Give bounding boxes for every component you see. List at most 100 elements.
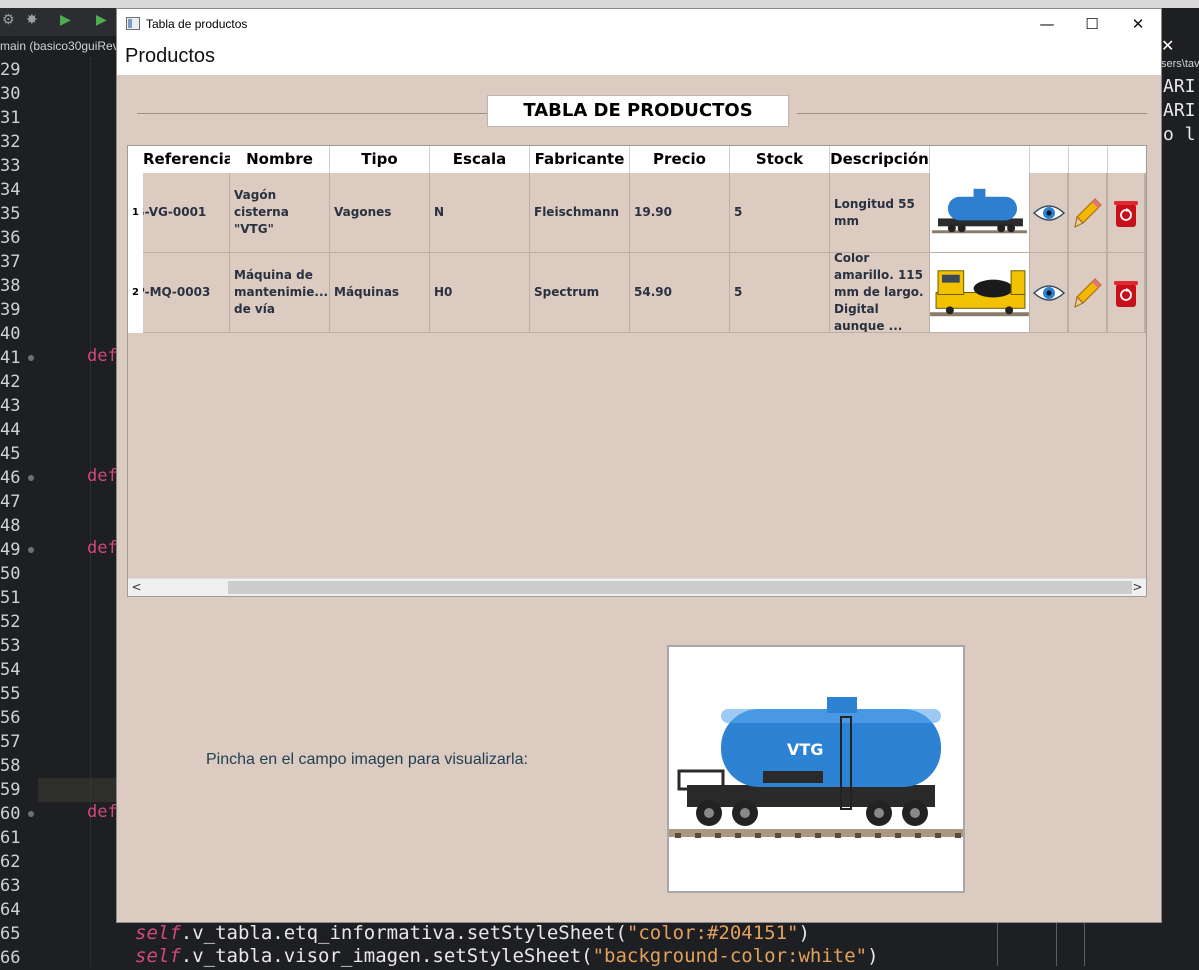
menu-bar: Productos [117, 39, 1161, 75]
ide-def-keyword: def [87, 802, 118, 822]
cell-precio[interactable]: 19.90 [630, 173, 730, 253]
cell-nombre[interactable]: Máquina de mantenimie... de vía [230, 253, 330, 333]
scroll-right-arrow[interactable]: > [1129, 579, 1146, 596]
ide-editor-tab[interactable]: main (basico30guiRev [0, 36, 117, 56]
ide-run-config-icon[interactable]: ⚙ [2, 12, 18, 28]
cell-referencia[interactable]: P-MQ-0003 [143, 253, 230, 333]
line-number: 64 [0, 900, 21, 920]
fold-marker-icon[interactable] [28, 547, 34, 553]
line-number: 66 [0, 948, 21, 968]
line-number: 32 [0, 132, 21, 152]
line-number: 49 [0, 538, 38, 562]
header-precio[interactable]: Precio [630, 146, 730, 173]
maximize-button[interactable]: ☐ [1069, 9, 1115, 39]
edit-button[interactable] [1069, 173, 1108, 253]
line-number: 38 [0, 276, 21, 296]
line-number: 40 [0, 324, 21, 344]
cell-fabricante[interactable]: Spectrum [530, 253, 630, 333]
cell-descripcion[interactable]: Color amarillo. 115 mm de largo. Digital… [830, 253, 930, 333]
ide-self-token: self [135, 922, 181, 944]
view-button[interactable] [1030, 173, 1069, 253]
fold-marker-icon[interactable] [28, 355, 34, 361]
cell-nombre[interactable]: Vagón cisterna "VTG" [230, 173, 330, 253]
products-table[interactable]: Referencia Nombre Tipo Escala Fabricante… [127, 145, 1147, 597]
line-number: 29 [0, 60, 21, 80]
row-header-1[interactable]: 1 [128, 173, 143, 253]
header-tipo[interactable]: Tipo [330, 146, 430, 173]
terminal-close-icon[interactable]: ✕ [1161, 36, 1199, 56]
fold-marker-icon[interactable] [28, 475, 34, 481]
header-ver[interactable] [1030, 146, 1069, 173]
line-number: 44 [0, 420, 21, 440]
cell-referencia[interactable]: S-VG-0001 [143, 173, 230, 253]
ide-debug-icon[interactable]: ✸ [26, 12, 42, 28]
line-number: 63 [0, 876, 21, 896]
header-escala[interactable]: Escala [430, 146, 530, 173]
svg-text:VTG: VTG [787, 740, 823, 759]
header-nombre[interactable]: Nombre [230, 146, 330, 173]
cell-imagen-tank-wagon[interactable] [930, 173, 1030, 253]
cell-tipo[interactable]: Vagones [330, 173, 430, 253]
line-number: 50 [0, 564, 21, 584]
terminal-path: sers\tav [1161, 58, 1199, 70]
delete-trash-icon [1114, 280, 1138, 307]
row-header-2[interactable]: 2 [128, 253, 143, 333]
line-number: 58 [0, 756, 21, 776]
edit-button[interactable] [1069, 253, 1108, 333]
ide-indent-guide [90, 58, 91, 966]
delete-button[interactable] [1108, 253, 1146, 333]
header-stock[interactable]: Stock [730, 146, 830, 173]
line-number: 60 [0, 802, 38, 826]
scrollbar-thumb[interactable] [228, 581, 1132, 594]
ide-code-text: .v_tabla.etq_informativa.setStyleSheet( [180, 922, 627, 944]
header-descripcion[interactable]: Descripción [830, 146, 930, 173]
line-number: 55 [0, 684, 21, 704]
cell-stock[interactable]: 5 [730, 253, 830, 333]
window-title: Tabla de productos [146, 17, 248, 31]
header-referencia[interactable]: Referencia [143, 146, 231, 173]
view-button[interactable] [1030, 253, 1069, 333]
ide-self-token: self [135, 945, 181, 967]
fold-marker-icon[interactable] [28, 811, 34, 817]
minimize-button[interactable]: — [1024, 9, 1070, 39]
ide-run-coverage-icon[interactable]: ▶ [96, 12, 112, 28]
window-titlebar[interactable]: Tabla de productos — ☐ ✕ [117, 9, 1161, 39]
cell-escala[interactable]: H0 [430, 253, 530, 333]
ide-code-text: ) [867, 945, 879, 967]
close-button[interactable]: ✕ [1115, 9, 1161, 39]
line-number: 31 [0, 108, 21, 128]
line-number: 46 [0, 466, 38, 490]
line-number: 59 [0, 780, 21, 800]
scroll-left-arrow[interactable]: < [128, 579, 145, 596]
header-editar[interactable] [1069, 146, 1108, 173]
ide-code-text: ) [798, 922, 810, 944]
table-corner[interactable] [128, 146, 144, 173]
ide-toolbar: ⚙ ✸ ▶ ▶ [0, 8, 117, 36]
header-borrar[interactable] [1108, 146, 1146, 173]
table-horizontal-scrollbar[interactable]: < > [128, 578, 1146, 596]
cell-descripcion[interactable]: Longitud 55 mm [830, 173, 930, 253]
ide-def-keyword: def [87, 538, 118, 558]
ide-code-line: self.v_tabla.visor_imagen.setStyleSheet(… [135, 945, 879, 967]
header-fabricante[interactable]: Fabricante [530, 146, 630, 173]
line-number: 57 [0, 732, 21, 752]
cell-stock[interactable]: 5 [730, 173, 830, 253]
ide-run-icon[interactable]: ▶ [60, 12, 76, 28]
header-imagen[interactable] [930, 146, 1030, 173]
line-number: 37 [0, 252, 21, 272]
line-number: 48 [0, 516, 21, 536]
line-number: 41 [0, 346, 38, 370]
line-number: 35 [0, 204, 21, 224]
edit-pencil-icon [1073, 277, 1102, 308]
line-number: 62 [0, 852, 21, 872]
cell-fabricante[interactable]: Fleischmann [530, 173, 630, 253]
line-number: 33 [0, 156, 21, 176]
cell-precio[interactable]: 54.90 [630, 253, 730, 333]
menu-productos[interactable]: Productos [125, 45, 215, 68]
cell-escala[interactable]: N [430, 173, 530, 253]
cell-imagen-maintenance-machine[interactable] [930, 253, 1030, 333]
line-number: 36 [0, 228, 21, 248]
delete-button[interactable] [1108, 173, 1146, 253]
cell-tipo[interactable]: Máquinas [330, 253, 430, 333]
tank-wagon-image: VTG [669, 647, 963, 891]
